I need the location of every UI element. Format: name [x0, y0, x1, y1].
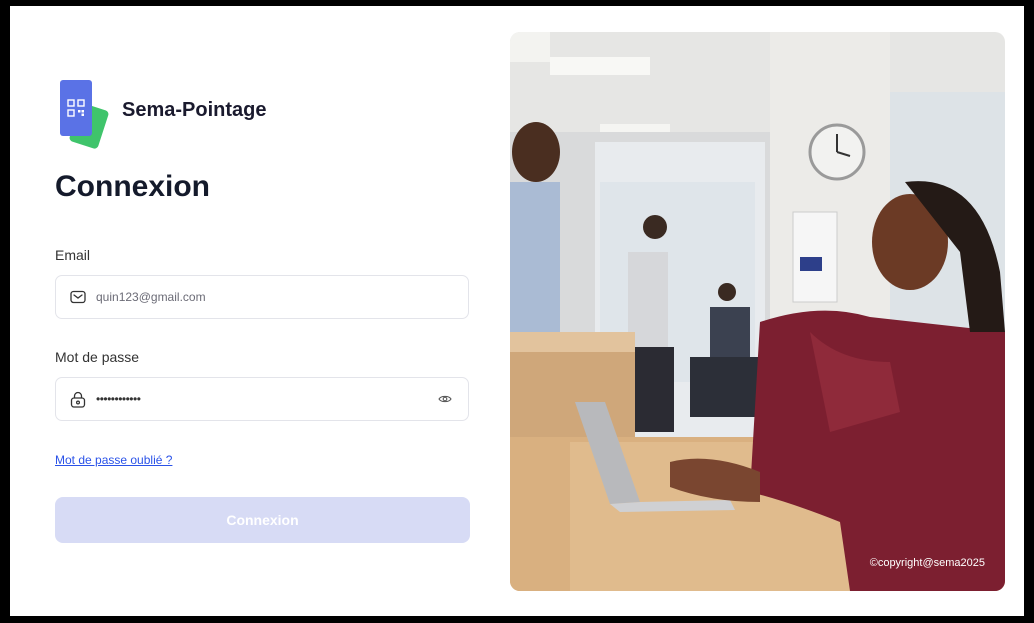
login-button[interactable]: Connexion: [55, 497, 470, 543]
office-scene-illustration: [510, 32, 1005, 591]
forgot-password-link[interactable]: Mot de passe oublié ?: [55, 453, 172, 467]
login-window: Sema-Pointage Connexion Email quin123@gm…: [10, 6, 1024, 616]
password-label: Mot de passe: [55, 349, 140, 365]
copyright-text: ©copyright@sema2025: [869, 557, 985, 569]
show-password-eye-icon[interactable]: [436, 390, 454, 408]
lock-icon: [69, 390, 87, 408]
password-value[interactable]: ••••••••••••: [96, 392, 436, 406]
office-photo: ©copyright@sema2025: [510, 32, 1005, 591]
email-field[interactable]: quin123@gmail.com: [55, 275, 469, 319]
password-field[interactable]: ••••••••••••: [55, 377, 469, 421]
email-value[interactable]: quin123@gmail.com: [96, 290, 468, 304]
qr-card-icon: [60, 80, 92, 136]
brand-name: Sema-Pointage: [122, 98, 267, 121]
mail-icon: [69, 288, 87, 306]
email-label: Email: [55, 247, 91, 263]
brand-logo: [58, 80, 112, 150]
brand: Sema-Pointage: [58, 80, 266, 150]
page-title: Connexion: [55, 170, 210, 203]
